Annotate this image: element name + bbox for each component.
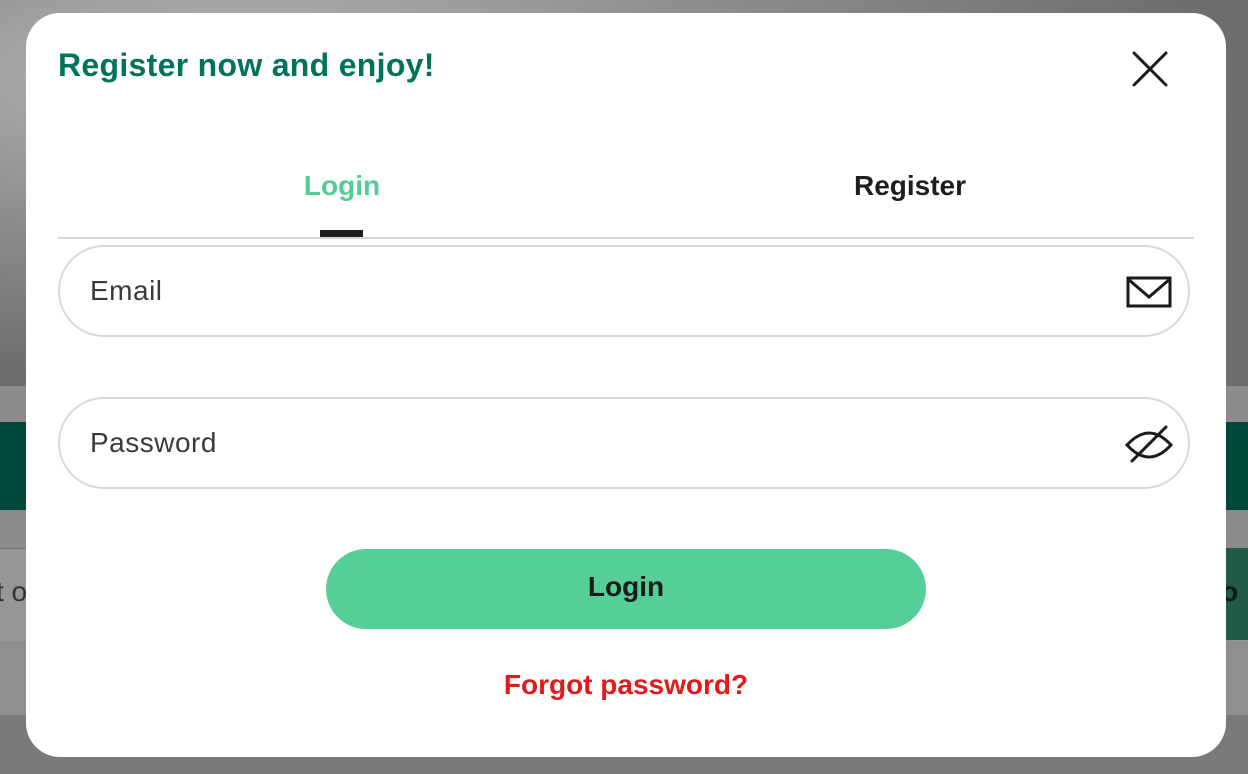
close-button[interactable] (1130, 49, 1170, 89)
forgot-password-link[interactable]: Forgot password? (26, 669, 1226, 701)
envelope-icon (1126, 276, 1172, 308)
password-field[interactable]: Password (58, 397, 1190, 489)
close-icon (1132, 51, 1168, 87)
modal-title: Register now and enjoy! (58, 47, 435, 83)
tab-login-label: Login (303, 170, 381, 201)
login-submit-button[interactable]: Login (326, 549, 926, 629)
active-tab-indicator (320, 230, 363, 237)
eye-slash-icon[interactable] (1124, 423, 1174, 465)
tab-login[interactable]: Login (58, 153, 626, 237)
login-modal: Register now and enjoy! Login Register E… (26, 13, 1226, 757)
tab-register-label: Register (853, 170, 967, 201)
email-field[interactable]: Email (58, 245, 1190, 337)
background-row-text: t o (0, 576, 28, 607)
auth-tabs: Login Register (58, 153, 1194, 239)
email-placeholder: Email (90, 275, 163, 306)
password-placeholder: Password (90, 427, 217, 458)
login-submit-label: Login (587, 571, 665, 602)
tab-register[interactable]: Register (626, 153, 1194, 237)
